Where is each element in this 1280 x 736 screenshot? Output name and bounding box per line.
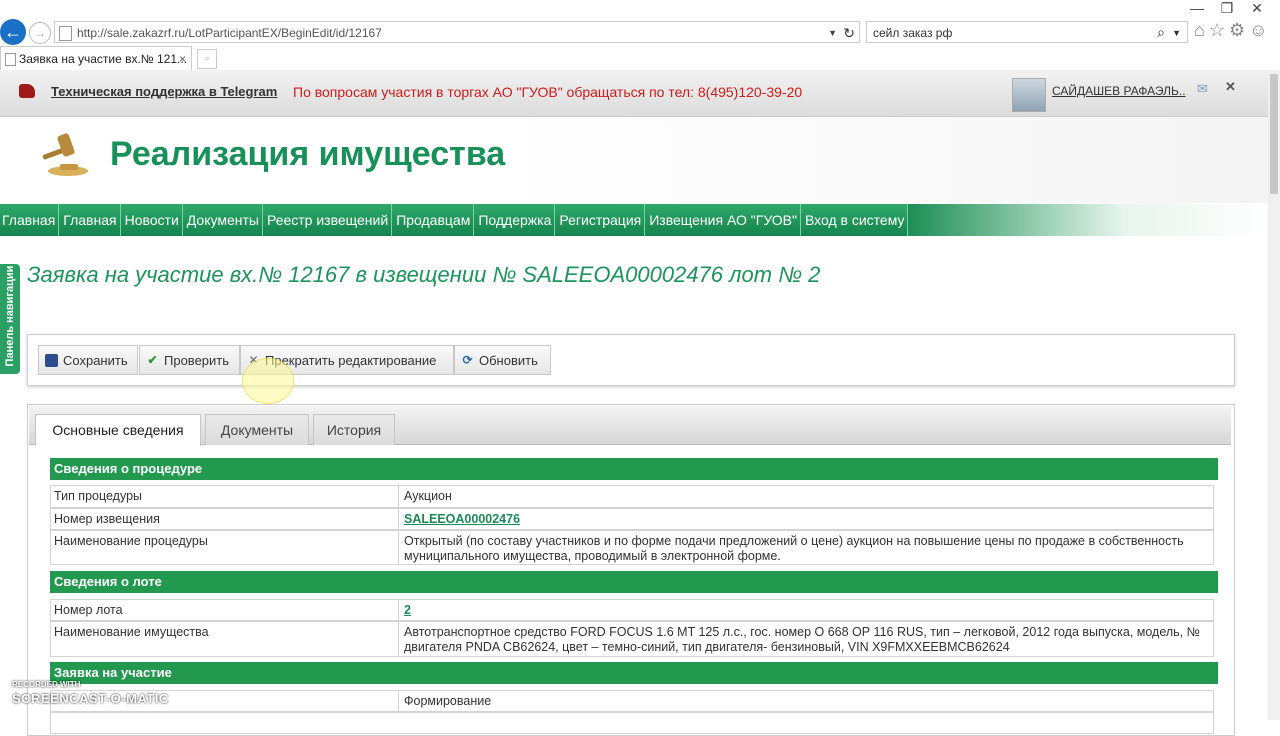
floppy-disk-icon [45, 354, 58, 367]
address-url[interactable]: http://sale.zakazrf.ru/LotParticipantEX/… [77, 22, 382, 44]
cursor-highlight [242, 358, 294, 404]
watermark-brand: SCREENCAST-O-MATIC [12, 691, 169, 706]
user-avatar [1012, 78, 1046, 112]
tab-history[interactable]: История [313, 414, 395, 445]
save-button[interactable]: Сохранить [38, 345, 138, 375]
page-icon [59, 26, 72, 41]
nav-item-home-2[interactable]: Главная [59, 204, 121, 236]
scrollbar-thumb[interactable] [1270, 74, 1278, 194]
info-bar: Техническая поддержка в Telegram По вопр… [0, 70, 1268, 117]
nav-item-support[interactable]: Поддержка [474, 204, 556, 236]
page-scrollbar[interactable] [1268, 70, 1280, 720]
search-text[interactable]: сейл заказ рф [873, 26, 952, 40]
tab-close-icon[interactable]: × [179, 47, 186, 71]
table-row [50, 712, 1214, 734]
gear-icon[interactable]: ⚙ [1229, 20, 1249, 40]
forward-arrow-icon[interactable]: → [29, 22, 51, 44]
checkmark-icon: ✔ [147, 353, 158, 367]
contact-message: По вопросам участия в торгах АО "ГУОВ" о… [293, 84, 803, 100]
action-toolbar: Сохранить ✔ Проверить ✕ Прекратить редак… [27, 334, 1235, 386]
smiley-icon[interactable]: ☺ [1249, 20, 1271, 40]
refresh-button-label: Обновить [479, 353, 538, 368]
row-value: Автотранспортное средство FORD FOCUS 1.6… [404, 625, 1201, 654]
stop-editing-button-label: Прекратить редактирование [265, 353, 437, 368]
home-icon[interactable]: ⌂ [1194, 20, 1209, 40]
logout-icon[interactable]: ✕ [1225, 79, 1236, 95]
row-value: Аукцион [404, 489, 452, 503]
notice-number-link[interactable]: SALEEOA00002476 [402, 509, 1213, 527]
nav-item-guov-notices[interactable]: Извещения АО "ГУОВ" [645, 204, 801, 236]
star-icon[interactable]: ☆ [1209, 20, 1229, 40]
row-label: Наименование имущества [51, 622, 399, 656]
tab-documents[interactable]: Документы [205, 414, 309, 445]
restore-button[interactable]: ❐ [1212, 0, 1242, 17]
browser-tool-icons: ⌂☆⚙☺ [1194, 20, 1272, 41]
check-button-label: Проверить [164, 353, 230, 368]
nav-item-registration[interactable]: Регистрация [555, 204, 646, 236]
table-row: Формирование [50, 690, 1214, 712]
tab-main-info[interactable]: Основные сведения [35, 414, 201, 446]
table-row: Наименование имущества Автотранспортное … [50, 621, 1214, 657]
search-icon[interactable]: ⌕ [1157, 21, 1165, 43]
nav-item-registry[interactable]: Реестр извещений [263, 204, 393, 236]
table-row: Номер лота 2 [50, 599, 1214, 621]
refresh-button[interactable]: ⟳ Обновить [454, 345, 551, 375]
refresh-icon[interactable]: ↻ [843, 22, 855, 44]
user-name-link[interactable]: САЙДАШЕВ РАФАЭЛЬ.. [1052, 84, 1186, 98]
nav-item-documents[interactable]: Документы [183, 204, 263, 236]
mail-icon[interactable]: ✉ [1197, 81, 1208, 97]
nav-item-login[interactable]: Вход в систему [801, 204, 909, 236]
navigation-panel-toggle[interactable]: Панель навигации [0, 264, 20, 374]
new-tab-icon[interactable]: ▫ [197, 49, 217, 69]
row-label: Наименование процедуры [51, 531, 399, 564]
back-arrow-icon[interactable]: ← [0, 19, 26, 45]
minimize-button[interactable]: — [1182, 0, 1212, 16]
row-value: Открытый (по составу участников и по фор… [404, 534, 1184, 563]
content-tabs: Основные сведения Документы История [29, 406, 1231, 446]
browser-tabstrip: Заявка на участие вх.№ 121... × ▫ [0, 46, 1280, 71]
telegram-support-link[interactable]: Техническая поддержка в Telegram [51, 84, 277, 99]
section-lot-title: Сведения о лоте [50, 571, 1218, 593]
section-application-title: Заявка на участие [50, 662, 1218, 684]
row-label: Номер лота [51, 600, 399, 620]
main-nav: Главная Главная Новости Документы Реестр… [0, 204, 1268, 236]
lot-number-link[interactable]: 2 [402, 600, 1213, 618]
search-dropdown-icon[interactable]: ▼ [1172, 22, 1181, 44]
check-button[interactable]: ✔ Проверить [139, 345, 240, 375]
refresh-arrows-icon: ⟳ [462, 353, 473, 367]
page-title: Заявка на участие вх.№ 12167 в извещении… [27, 262, 821, 287]
table-row: Наименование процедуры Открытый (по сост… [50, 530, 1214, 565]
gavel-logo-icon [42, 133, 88, 176]
row-label: Тип процедуры [51, 486, 399, 507]
nav-item-news[interactable]: Новости [121, 204, 183, 236]
address-dropdown-icon[interactable]: ▼ [828, 22, 837, 44]
watermark-line1: RECORDED WITH [12, 680, 81, 689]
application-form-panel: Основные сведения Документы История Свед… [27, 404, 1235, 736]
row-value: Формирование [404, 694, 492, 708]
browser-tab[interactable]: Заявка на участие вх.№ 121... × [0, 46, 192, 70]
recording-watermark: RECORDED WITH SCREENCAST-O-MATIC [12, 680, 169, 706]
telegram-support-icon [19, 84, 35, 98]
close-window-button[interactable]: ✕ [1242, 0, 1272, 17]
page-favicon-icon [5, 53, 16, 66]
nav-item-sellers[interactable]: Продавцам [392, 204, 475, 236]
site-title: Реализация имущества [110, 135, 506, 173]
browser-toolbar: ← → http://sale.zakazrf.ru/LotParticipan… [0, 0, 1280, 46]
table-row: Тип процедуры Аукцион [50, 485, 1214, 508]
save-button-label: Сохранить [63, 353, 128, 368]
row-label: Номер извещения [51, 509, 399, 529]
nav-fade [908, 204, 1268, 236]
navigation-panel-label: Панель навигации [4, 265, 16, 367]
table-row: Номер извещения SALEEOA00002476 [50, 508, 1214, 530]
window-controls: — ❐ ✕ [1182, 0, 1272, 17]
nav-item-home[interactable]: Главная [0, 204, 60, 236]
address-bar[interactable]: http://sale.zakazrf.ru/LotParticipantEX/… [54, 21, 860, 43]
browser-tab-title: Заявка на участие вх.№ 121... [19, 52, 188, 66]
section-procedure-title: Сведения о процедуре [50, 458, 1218, 480]
browser-search-input[interactable]: сейл заказ рф ⌕ ▼ [866, 21, 1188, 43]
